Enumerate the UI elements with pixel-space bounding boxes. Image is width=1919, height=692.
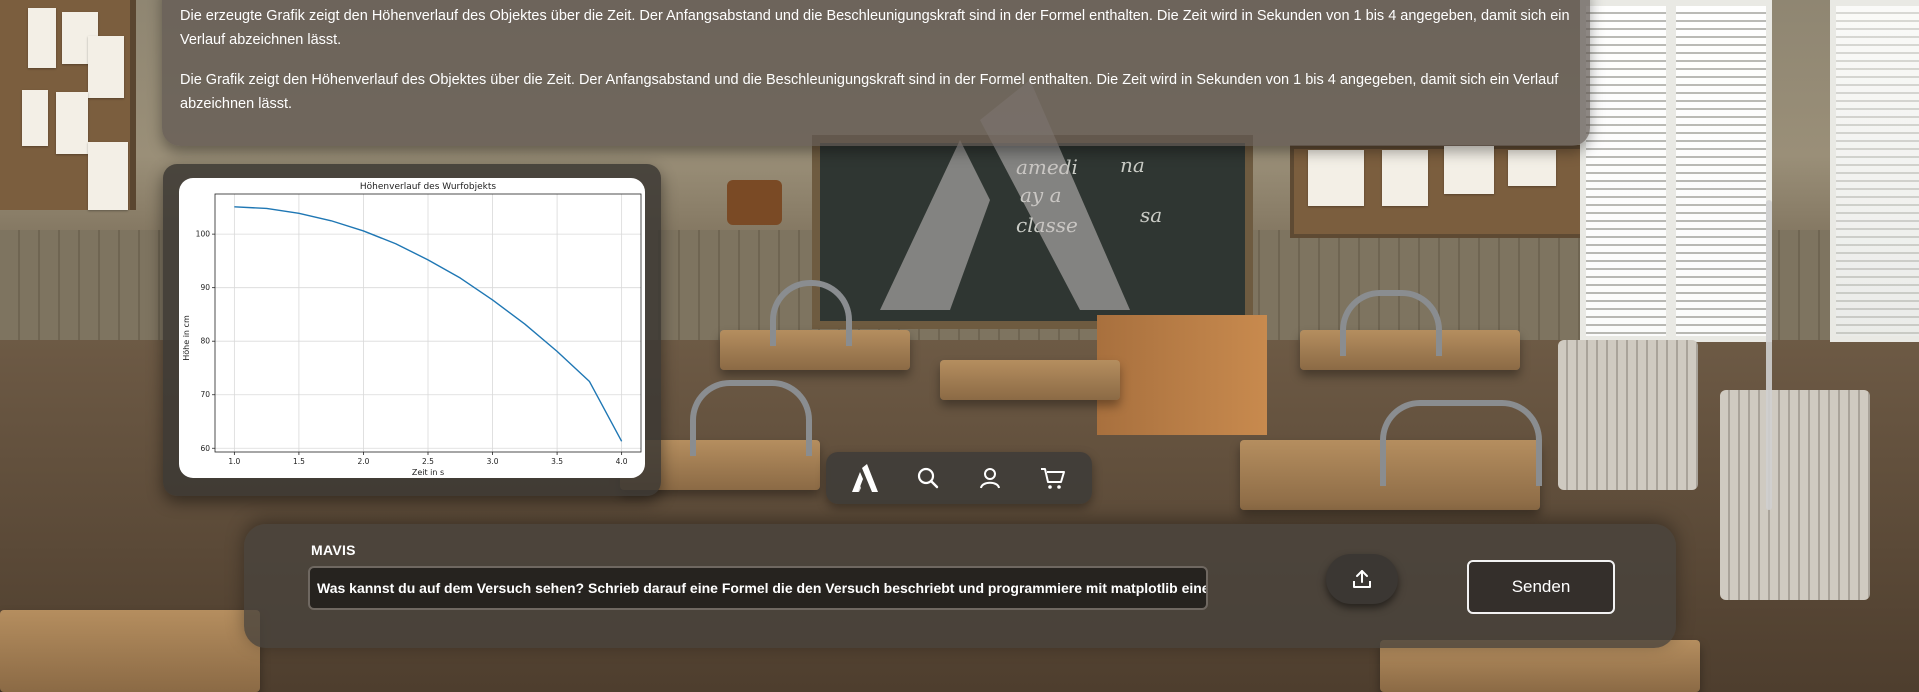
- response-paragraph-1: Die erzeugte Grafik zeigt den Höhenverla…: [180, 8, 1570, 48]
- bag-decor: [727, 180, 782, 225]
- y-tick-label: 90: [200, 283, 210, 292]
- upload-button[interactable]: [1326, 554, 1398, 604]
- chart-canvas: Höhenverlauf des Wurfobjekts Zeit in s H…: [179, 178, 645, 478]
- assistant-name-label: MAVIS: [311, 542, 356, 558]
- response-panel: Die erzeugte Grafik zeigt den Höhenverla…: [162, 0, 1590, 146]
- navbar: [826, 452, 1092, 504]
- cart-button[interactable]: [1033, 458, 1073, 498]
- x-tick-label: 4.0: [616, 457, 628, 466]
- height-chart: Höhenverlauf des Wurfobjekts Zeit in s H…: [182, 182, 642, 477]
- send-button[interactable]: Senden: [1467, 560, 1615, 614]
- scrollbar[interactable]: [1766, 200, 1772, 510]
- y-tick-label: 60: [200, 444, 210, 453]
- home-logo-button[interactable]: [845, 458, 885, 498]
- y-tick-label: 70: [200, 390, 210, 399]
- x-tick-label: 2.0: [357, 457, 369, 466]
- upload-icon: [1353, 570, 1371, 588]
- y-tick-label: 100: [196, 230, 211, 239]
- x-tick-label: 3.0: [487, 457, 499, 466]
- chart-card: Höhenverlauf des Wurfobjekts Zeit in s H…: [163, 164, 661, 496]
- teacher-desk: [1097, 315, 1267, 435]
- user-icon: [980, 468, 1001, 489]
- x-axis-label: Zeit in s: [412, 468, 444, 477]
- response-paragraph-2: Die Grafik zeigt den Höhenverlauf des Ob…: [180, 72, 1559, 112]
- logo-icon: [852, 464, 879, 492]
- y-axis-label: Höhe in cm: [182, 315, 191, 361]
- x-tick-label: 3.5: [551, 457, 563, 466]
- x-tick-label: 1.5: [293, 457, 305, 466]
- search-icon: [917, 467, 938, 489]
- x-tick-label: 1.0: [228, 457, 240, 466]
- cart-icon: [1040, 468, 1065, 489]
- y-tick-label: 80: [200, 337, 210, 346]
- search-button[interactable]: [908, 458, 948, 498]
- account-button[interactable]: [970, 458, 1010, 498]
- chat-panel: MAVIS Was kannst du auf dem Versuch sehe…: [244, 524, 1676, 648]
- x-tick-label: 2.5: [422, 457, 434, 466]
- message-input[interactable]: Was kannst du auf dem Versuch sehen? Sch…: [308, 566, 1208, 610]
- chart-title: Höhenverlauf des Wurfobjekts: [360, 182, 496, 192]
